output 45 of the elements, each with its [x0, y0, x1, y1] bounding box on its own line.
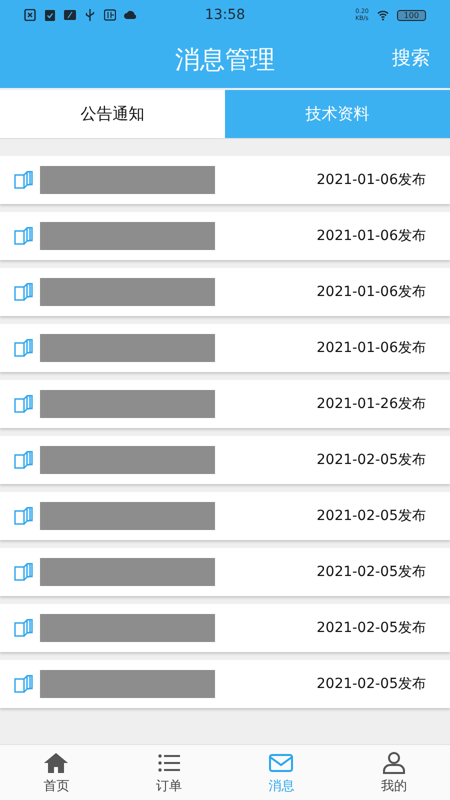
nav-tab[interactable]: 订单 [112, 745, 225, 800]
message-row[interactable]: 2021-01-06发布 [0, 212, 450, 260]
book-icon [14, 339, 34, 357]
publish-date: 2021-02-05发布 [316, 675, 426, 693]
book-icon [14, 451, 34, 469]
message-row[interactable]: 2021-02-05发布 [0, 604, 450, 652]
message-row[interactable]: 2021-01-06发布 [0, 156, 450, 204]
sim-icon [24, 9, 36, 21]
message-row[interactable]: 2021-01-06发布 [0, 324, 450, 372]
message-row[interactable]: 2021-02-05发布 [0, 492, 450, 540]
publish-date: 2021-02-05发布 [316, 451, 426, 469]
message-row[interactable]: 2021-02-05发布 [0, 436, 450, 484]
publish-date: 2021-01-26发布 [316, 395, 426, 413]
book-icon [14, 619, 34, 637]
home-icon [43, 750, 70, 774]
clock-time: 13:58 [204, 7, 246, 23]
clipboard-check-icon [44, 9, 56, 21]
message-row[interactable]: 2021-01-06发布 [0, 268, 450, 316]
publish-date: 2021-01-06发布 [316, 227, 426, 245]
book-icon [14, 675, 34, 693]
nav-tab[interactable]: 我的 [338, 745, 450, 800]
book-icon [14, 171, 34, 189]
cloud-icon [124, 9, 136, 21]
book-icon [14, 395, 34, 413]
book-icon [14, 227, 34, 245]
publish-date: 2021-02-05发布 [316, 507, 426, 525]
message-row[interactable]: 2021-02-05发布 [0, 660, 450, 708]
book-icon [14, 507, 34, 525]
book-icon [14, 283, 34, 301]
publish-date: 2021-01-06发布 [316, 171, 426, 189]
usb-icon [84, 9, 96, 21]
publish-date: 2021-02-05发布 [316, 619, 426, 637]
publish-date: 2021-01-06发布 [316, 339, 426, 357]
book-icon [14, 563, 34, 581]
publish-date: 2021-01-06发布 [316, 283, 426, 301]
tab[interactable]: 公告通知 [0, 90, 225, 138]
grid-box-icon [104, 9, 116, 21]
message-row[interactable]: 2021-02-05发布 [0, 548, 450, 596]
nav-tab[interactable]: 首页 [0, 745, 112, 800]
battery-level: 100 [396, 10, 426, 20]
person-icon [380, 750, 407, 774]
wifi-icon [376, 9, 389, 21]
publish-date: 2021-02-05发布 [316, 563, 426, 581]
page-title: 消息管理 [175, 44, 275, 76]
message-row[interactable]: 2021-01-26发布 [0, 380, 450, 428]
